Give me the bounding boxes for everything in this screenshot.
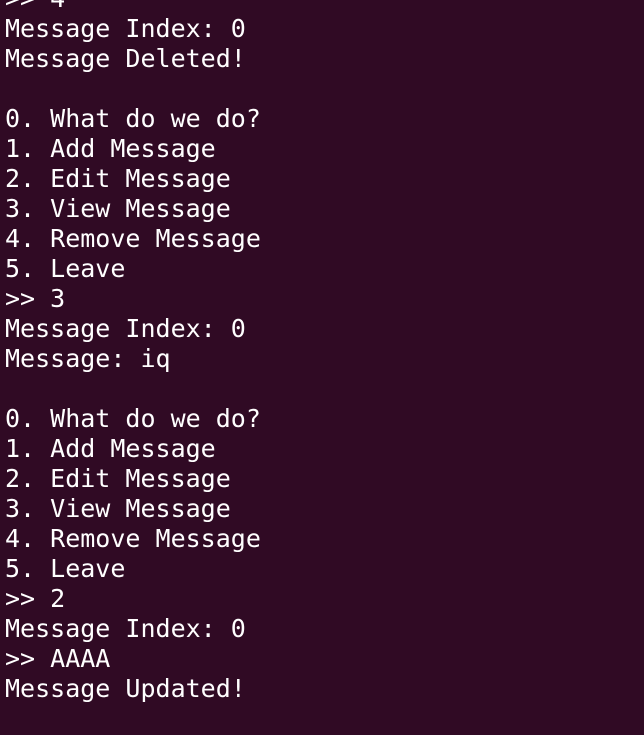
terminal-line: >> 4 — [5, 0, 644, 14]
terminal-line: 3. View Message — [5, 194, 231, 223]
terminal-line: Message Index: 0 — [5, 614, 246, 643]
terminal-line: 0. What do we do? — [5, 404, 261, 433]
terminal-line: Message Index: 0 — [5, 314, 246, 343]
terminal-line: Message: iq — [5, 344, 171, 373]
terminal-line: 2. Edit Message — [5, 164, 231, 193]
terminal-line: 1. Add Message — [5, 134, 216, 163]
terminal-line: >> 3 — [5, 284, 66, 313]
terminal-line: >> AAAA — [5, 644, 111, 673]
terminal-line: 5. Leave — [5, 254, 126, 283]
terminal-window[interactable]: >> 4 Message Index: 0 Message Deleted! 0… — [0, 0, 644, 735]
terminal-line: 4. Remove Message — [5, 524, 261, 553]
terminal-line: >> 2 — [5, 584, 66, 613]
terminal-line: 5. Leave — [5, 554, 126, 583]
terminal-line: Message Updated! — [5, 674, 246, 703]
terminal-line: 3. View Message — [5, 494, 231, 523]
terminal-line: 4. Remove Message — [5, 224, 261, 253]
terminal-line: 0. What do we do? — [5, 104, 261, 133]
terminal-line: Message Index: 0 — [5, 14, 246, 43]
terminal-line: 1. Add Message — [5, 434, 216, 463]
terminal-line: Message Deleted! — [5, 44, 246, 73]
terminal-line: 2. Edit Message — [5, 464, 231, 493]
